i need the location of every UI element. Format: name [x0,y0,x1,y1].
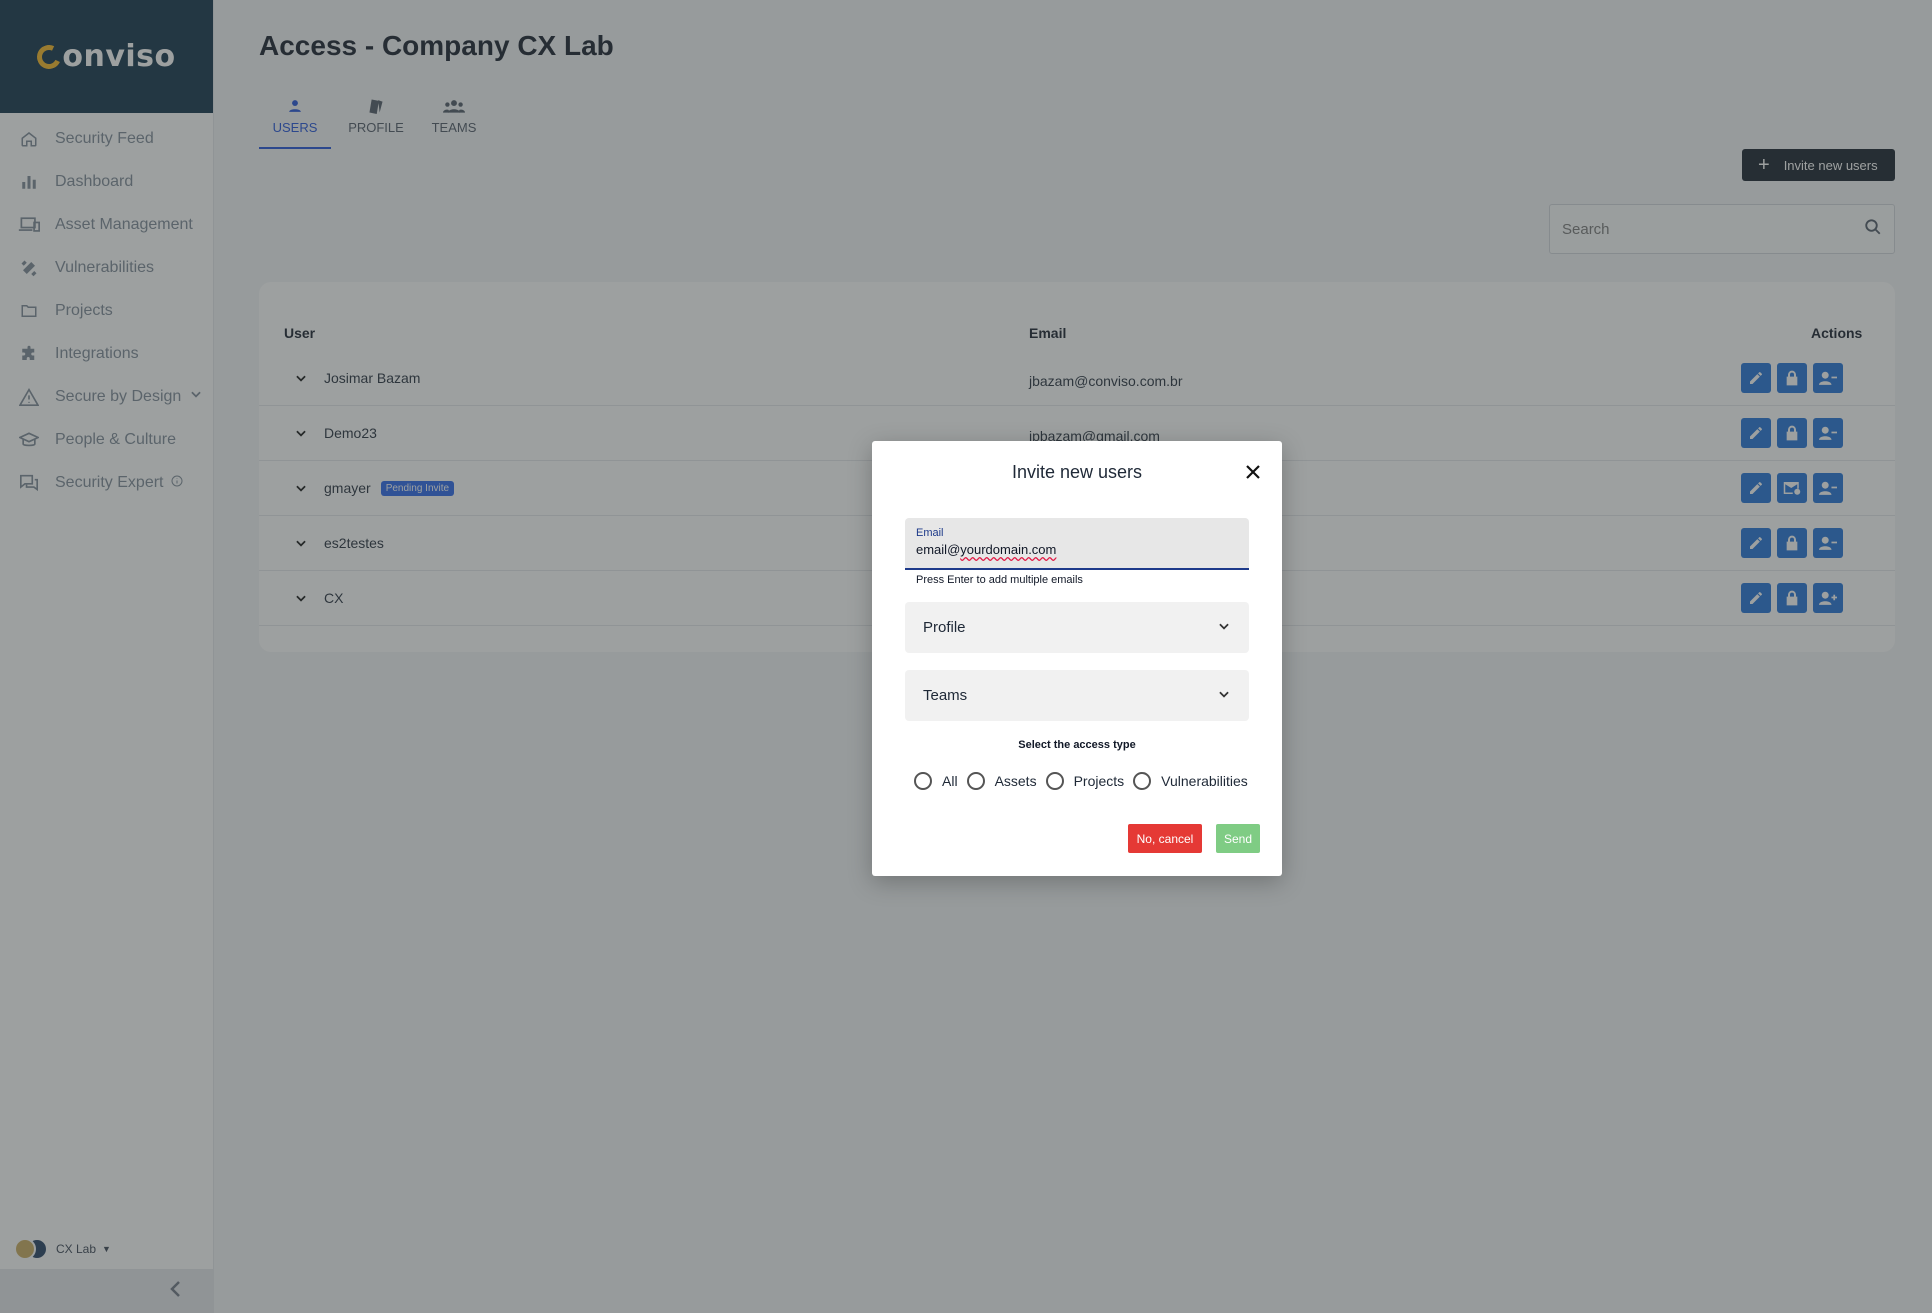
email-field-value[interactable]: email@yourdomain.com [916,542,1238,557]
cancel-button[interactable]: No, cancel [1128,824,1202,853]
teams-select[interactable]: Teams [905,670,1249,721]
radio-label: All [942,773,958,789]
email-value-prefix: email@ [916,542,961,557]
access-type-radio-group: All Assets Projects Vulnerabilities [914,772,1257,790]
access-radio-projects[interactable]: Projects [1045,772,1125,790]
profile-select-label: Profile [923,619,966,636]
access-radio-vulnerabilities[interactable]: Vulnerabilities [1133,772,1248,790]
access-radio-assets[interactable]: Assets [966,772,1037,790]
access-type-heading: Select the access type [1018,739,1136,751]
email-value-domain: yourdomain.com [960,542,1057,557]
teams-select-label: Teams [923,687,968,704]
profile-select[interactable]: Profile [905,602,1249,653]
email-helper-text: Press Enter to add multiple emails [916,574,1083,586]
close-icon[interactable] [1244,463,1262,481]
radio-circle[interactable] [966,772,985,790]
invite-users-dialog: Invite new users Email email@yourdomain.… [872,441,1282,876]
access-radio-all[interactable]: All [914,772,958,790]
send-button[interactable]: Send [1216,824,1260,853]
chevron-down-icon [1217,687,1231,705]
email-field[interactable]: Email email@yourdomain.com [905,518,1249,570]
radio-circle[interactable] [1133,772,1152,790]
email-field-label: Email [916,527,944,539]
radio-circle[interactable] [914,772,932,790]
radio-label: Vulnerabilities [1161,773,1248,789]
radio-circle[interactable] [1045,772,1064,790]
radio-label: Assets [994,773,1037,789]
chevron-down-icon [1217,619,1231,637]
radio-label: Projects [1073,773,1125,789]
dialog-title: Invite new users [1011,462,1143,482]
